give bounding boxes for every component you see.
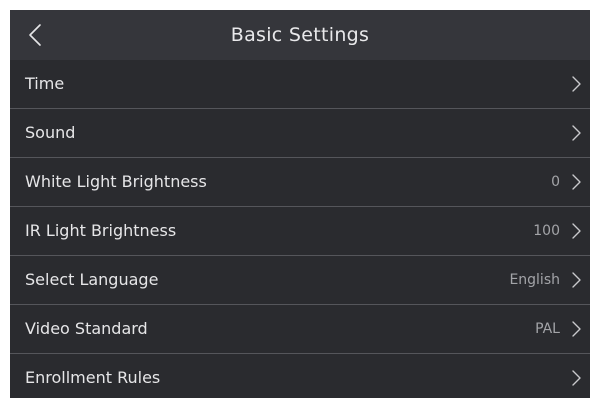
settings-item-value: 0 — [551, 174, 560, 190]
settings-item-label: Time — [25, 74, 65, 93]
settings-item-label: IR Light Brightness — [25, 221, 177, 240]
chevron-right-icon — [570, 125, 582, 141]
settings-item-label: White Light Brightness — [25, 172, 207, 191]
chevron-right-icon — [570, 370, 582, 386]
settings-item-sound[interactable]: Sound — [10, 109, 590, 158]
chevron-right-icon — [570, 174, 582, 190]
settings-item-value: English — [509, 272, 560, 288]
chevron-right-icon — [570, 272, 582, 288]
settings-item-time[interactable]: Time — [10, 60, 590, 109]
settings-item-video-standard[interactable]: Video Standard PAL — [10, 305, 590, 354]
header-bar: Basic Settings — [10, 10, 590, 60]
settings-item-label: Video Standard — [25, 319, 148, 338]
settings-item-value: 100 — [533, 223, 560, 239]
settings-item-select-language[interactable]: Select Language English — [10, 256, 590, 305]
settings-list: Time Sound White Light Brightness 0 IR L… — [10, 60, 590, 398]
chevron-right-icon — [570, 76, 582, 92]
settings-item-value: PAL — [535, 321, 560, 337]
settings-item-white-light-brightness[interactable]: White Light Brightness 0 — [10, 158, 590, 207]
settings-item-label: Enrollment Rules — [25, 368, 161, 387]
page-title: Basic Settings — [230, 24, 370, 46]
settings-item-label: Sound — [25, 123, 76, 142]
settings-item-label: Select Language — [25, 270, 159, 289]
basic-settings-screen: Basic Settings Time Sound White Light Br… — [10, 10, 590, 398]
chevron-right-icon — [570, 223, 582, 239]
settings-item-ir-light-brightness[interactable]: IR Light Brightness 100 — [10, 207, 590, 256]
chevron-right-icon — [570, 321, 582, 337]
settings-item-enrollment-rules[interactable]: Enrollment Rules — [10, 354, 590, 398]
